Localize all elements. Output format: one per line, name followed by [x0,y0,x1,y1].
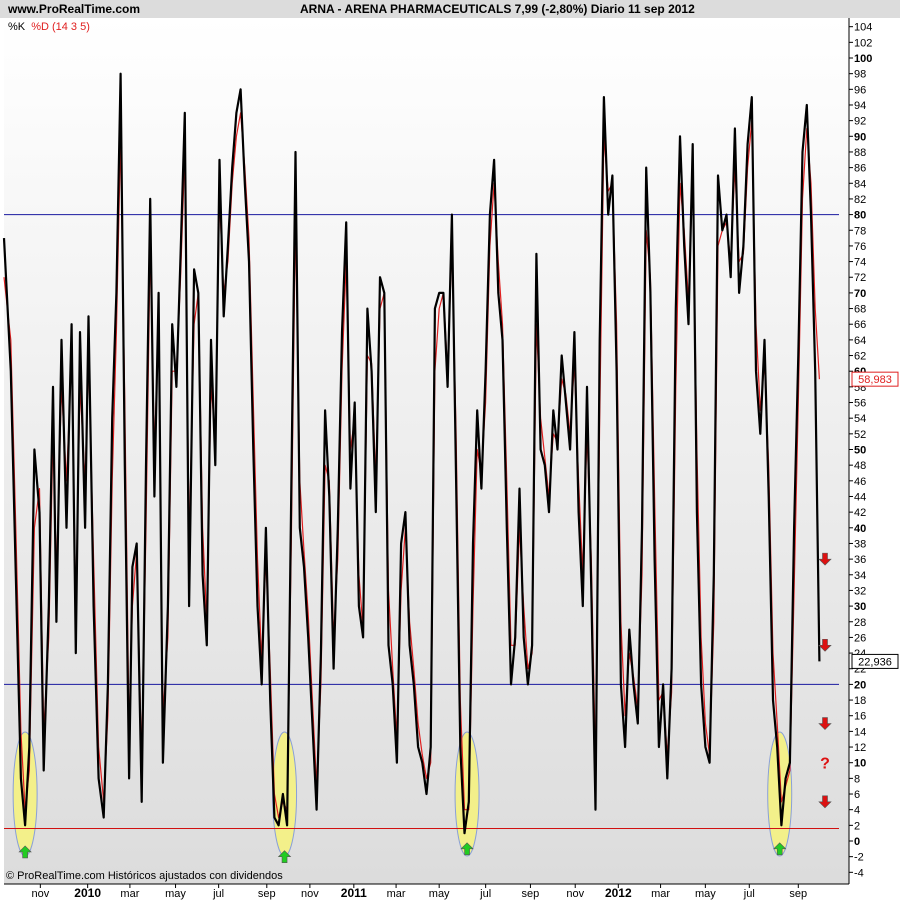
ytick-label: -2 [854,852,864,864]
xtick-label: sep [522,888,540,900]
xtick-label: mar [387,888,406,900]
ytick-label: 64 [854,335,866,347]
xtick-label: may [695,888,716,900]
highlight-ellipse-0 [12,731,38,857]
ytick-label: 32 [854,585,866,597]
ytick-label: 80 [854,210,866,222]
ytick-label: 30 [854,601,866,613]
ytick-label: 4 [854,805,860,817]
xtick-label: nov [566,888,584,900]
ytick-label: 96 [854,84,866,96]
ytick-label: 18 [854,695,866,707]
ytick-label: 92 [854,116,866,128]
ytick-label: 62 [854,351,866,363]
ytick-label: 2 [854,820,860,832]
ytick-label: 14 [854,726,866,738]
ytick-label: 78 [854,225,866,237]
xtick-label: may [165,888,186,900]
ytick-label: 26 [854,632,866,644]
ytick-label: 104 [854,22,872,34]
question-mark-icon: ? [820,756,830,773]
ytick-label: 74 [854,257,866,269]
xtick-label: sep [258,888,276,900]
ytick-label: 102 [854,37,872,49]
legend-k: %K [8,21,26,33]
ytick-label: 6 [854,789,860,801]
ytick-label: 98 [854,69,866,81]
ytick-label: 56 [854,398,866,410]
ytick-label: 82 [854,194,866,206]
ytick-label: 12 [854,742,866,754]
ytick-label: 52 [854,429,866,441]
xtick-label: 2012 [605,886,632,900]
ytick-label: 94 [854,100,866,112]
ytick-label: 66 [854,319,866,331]
ytick-label: 54 [854,413,866,425]
ytick-label: 20 [854,679,866,691]
highlight-ellipse-1 [272,731,298,857]
last-value-d: 58,983 [858,374,892,386]
xtick-label: may [429,888,450,900]
xtick-label: nov [301,888,319,900]
ytick-label: 42 [854,507,866,519]
ytick-label: 76 [854,241,866,253]
highlight-ellipse-2 [454,731,480,857]
chart-title: ARNA - ARENA PHARMACEUTICALS 7,99 (-2,80… [300,2,695,16]
ytick-label: 84 [854,178,866,190]
ytick-label: 0 [854,836,860,848]
xtick-label: 2010 [74,886,101,900]
ytick-label: 16 [854,711,866,723]
x-axis-ticks: nov 2010 mar may jul sep nov 2011 mar may jul sep no… [31,884,807,900]
ytick-label: 50 [854,445,866,457]
footer-note: © ProRealTime.com Históricos ajustados c… [6,870,283,882]
xtick-label: sep [789,888,807,900]
ytick-label: 46 [854,476,866,488]
plot-area[interactable] [4,18,849,884]
ytick-label: 100 [854,53,872,65]
ytick-label: 90 [854,131,866,143]
xtick-label: nov [31,888,49,900]
ytick-label: 68 [854,304,866,316]
ytick-label: 86 [854,163,866,175]
ytick-label: 40 [854,523,866,535]
ytick-label: 88 [854,147,866,159]
xtick-label: mar [120,888,139,900]
ytick-label: 34 [854,570,866,582]
ytick-label: 8 [854,773,860,785]
xtick-label: jul [479,888,491,900]
ytick-label: 36 [854,554,866,566]
ytick-label: 38 [854,538,866,550]
xtick-label: 2011 [341,886,367,900]
xtick-label: mar [651,888,670,900]
ytick-label: 48 [854,460,866,472]
xtick-label: jul [743,888,755,900]
ytick-label: 44 [854,491,866,503]
legend: %K %D (14 3 5) [8,21,90,33]
stochastic-chart: www.ProRealTime.com ARNA - ARENA PHARMAC… [0,0,900,900]
legend-d: %D (14 3 5) [31,21,90,33]
last-value-k: 22,936 [858,656,892,668]
ytick-label: 70 [854,288,866,300]
ytick-label: 28 [854,617,866,629]
xtick-label: jul [212,888,224,900]
ytick-label: 72 [854,272,866,284]
ytick-label: 10 [854,758,866,770]
site-label[interactable]: www.ProRealTime.com [7,2,140,16]
ytick-label: -4 [854,867,864,879]
